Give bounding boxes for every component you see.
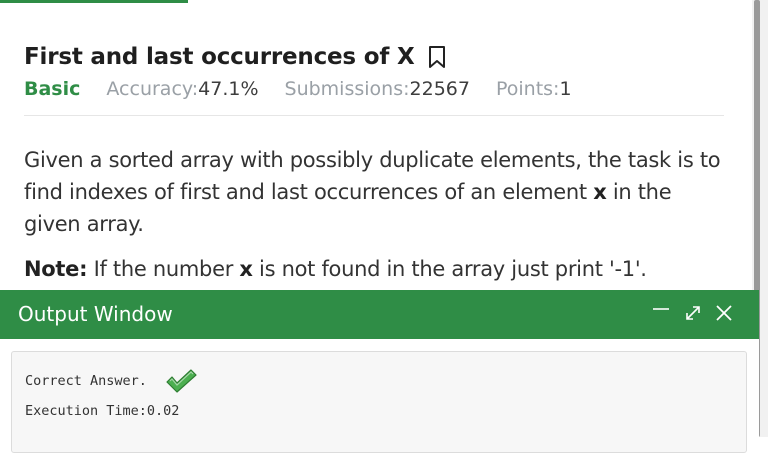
- problem-title-row: First and last occurrences of X: [24, 44, 446, 70]
- problem-note: Note: If the number x is not found in th…: [24, 253, 724, 285]
- description-variable-x: x: [593, 180, 607, 204]
- note-text-2: is not found in the array just print '-1…: [252, 257, 647, 281]
- minus-icon[interactable]: [650, 302, 672, 324]
- submissions-label: Submissions:: [284, 78, 410, 100]
- problem-meta: Basic Accuracy: 47.1% Submissions: 22567…: [24, 78, 572, 100]
- close-icon[interactable]: [713, 302, 735, 324]
- bookmark-icon[interactable]: [428, 45, 446, 69]
- expand-arrows-icon[interactable]: [682, 302, 704, 324]
- difficulty-badge: Basic: [24, 78, 81, 100]
- note-variable-x: x: [239, 257, 253, 281]
- output-window: Output Window Correct Answer. Execution …: [0, 290, 759, 453]
- points-label: Points:: [495, 78, 560, 100]
- submissions-value: 22567: [409, 78, 470, 100]
- problem-title: First and last occurrences of X: [24, 44, 415, 70]
- execution-time-text: Execution Time:0.02: [25, 403, 180, 419]
- top-progress-bar: [0, 0, 188, 3]
- output-window-title: Output Window: [18, 302, 173, 326]
- result-text: Correct Answer.: [25, 373, 147, 389]
- output-window-header[interactable]: Output Window: [0, 290, 759, 339]
- note-label: Note:: [24, 257, 88, 281]
- points-value: 1: [559, 78, 572, 100]
- accuracy-label: Accuracy:: [106, 78, 199, 100]
- note-text-1: If the number: [87, 257, 240, 281]
- checkmark-icon: [166, 369, 197, 393]
- accuracy-value: 47.1%: [198, 78, 259, 100]
- problem-description: Given a sorted array with possibly dupli…: [24, 144, 724, 240]
- meta-divider: [24, 115, 724, 116]
- output-console: Correct Answer. Execution Time:0.02: [11, 351, 747, 453]
